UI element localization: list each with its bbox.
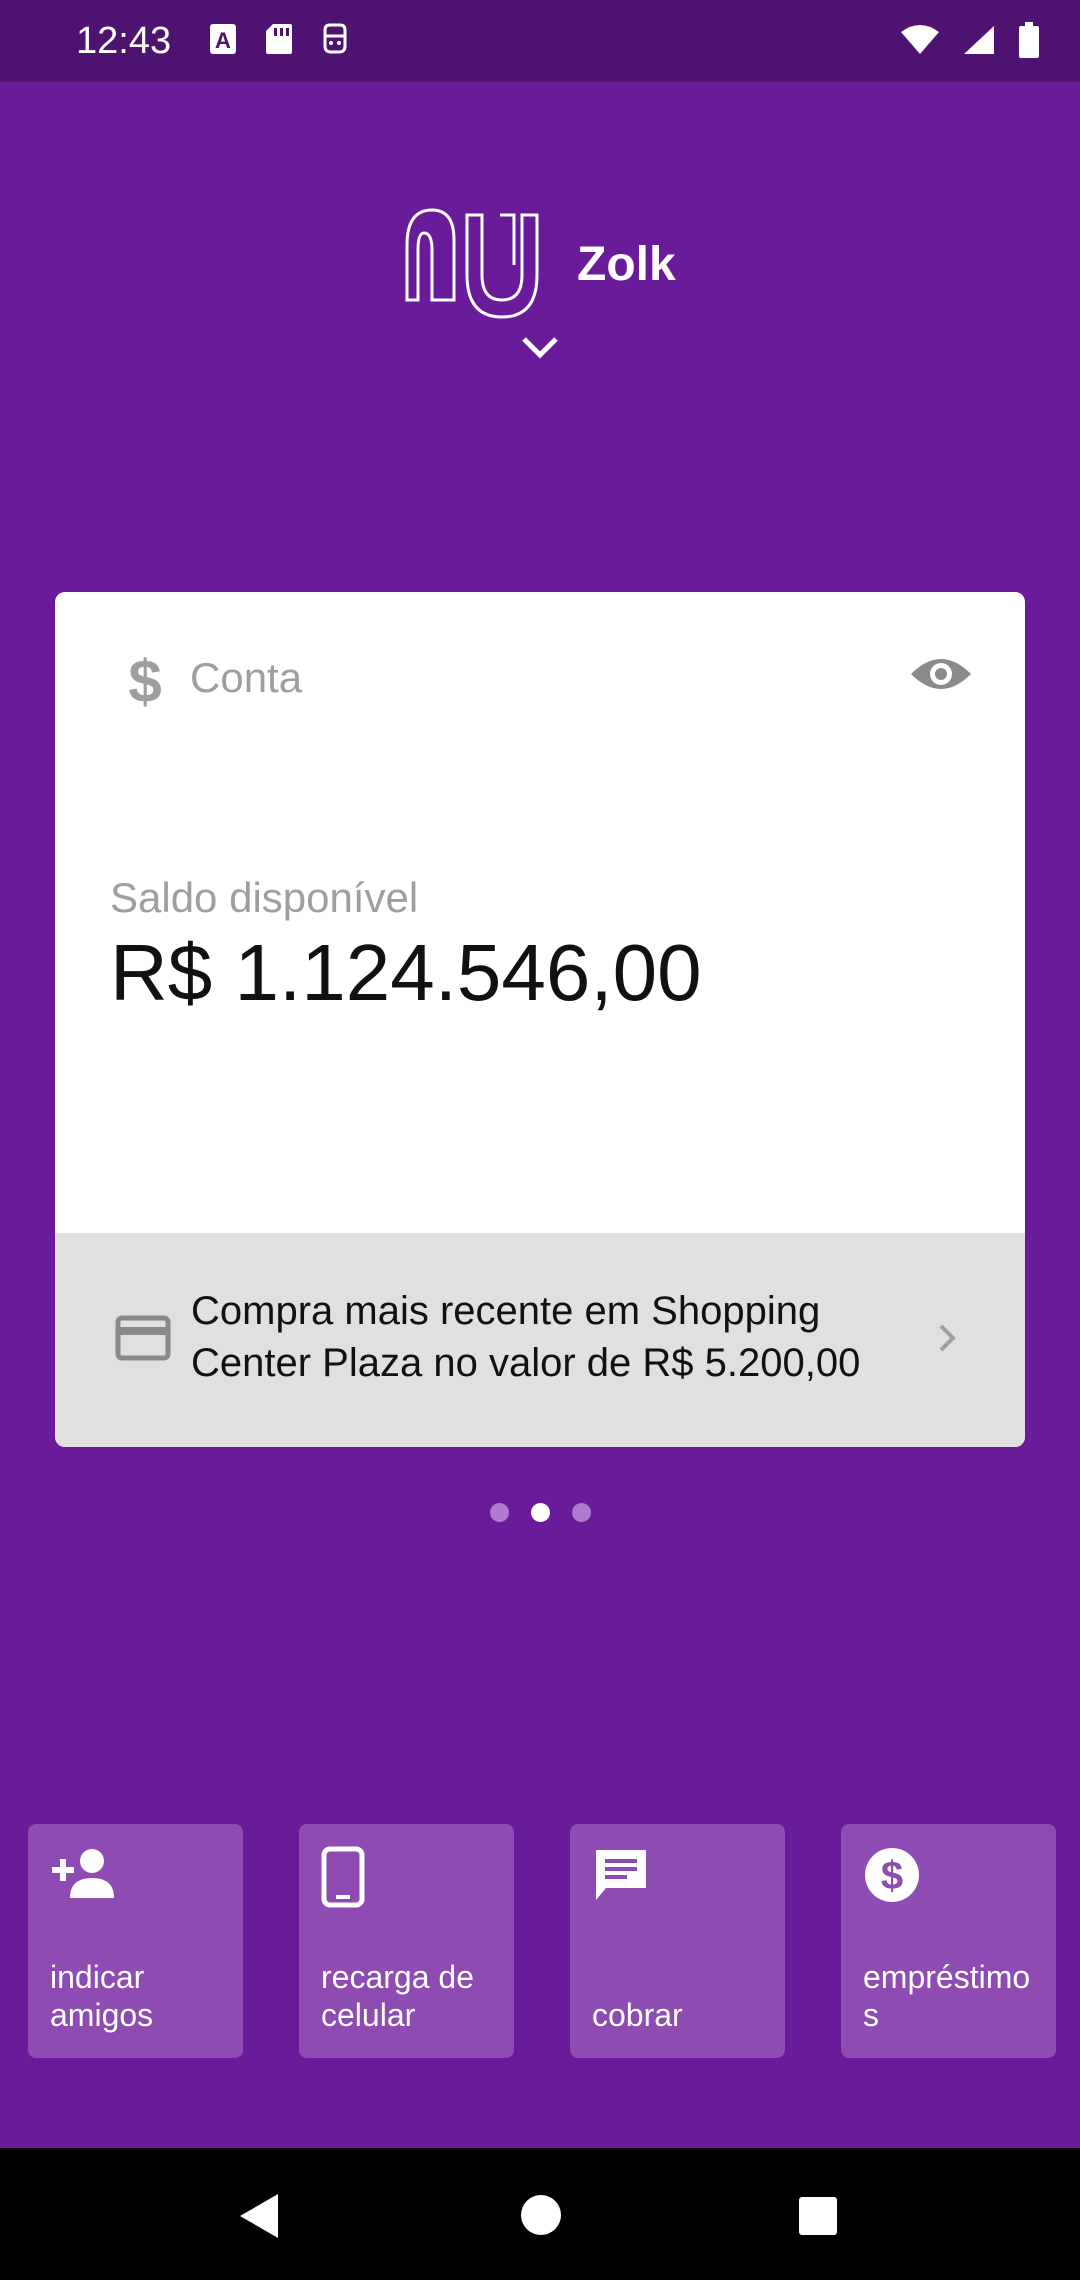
shortcut-recarga-de-celular[interactable]: recarga de celular bbox=[299, 1824, 514, 2058]
signal-icon bbox=[964, 26, 994, 54]
shortcut-label: empréstimos bbox=[863, 1959, 1031, 2033]
shortcut-emprestimos[interactable]: $ empréstimos bbox=[841, 1824, 1056, 2058]
shortcut-label: cobrar bbox=[592, 1997, 683, 2033]
recent-apps-icon[interactable] bbox=[798, 2196, 838, 2236]
shortcut-indicar-amigos[interactable]: indicar amigos bbox=[28, 1824, 243, 2058]
home-icon[interactable] bbox=[520, 2194, 562, 2236]
recent-purchase-row[interactable]: Compra mais recente em Shopping Center P… bbox=[55, 1233, 1025, 1447]
account-card[interactable]: $ Conta Saldo disponível R$ 1.124.546,00… bbox=[55, 592, 1025, 1447]
status-time: 12:43 bbox=[76, 20, 172, 62]
recent-purchase-text: Compra mais recente em Shopping Center P… bbox=[191, 1289, 861, 1385]
dollar-icon: $ bbox=[128, 650, 161, 710]
svg-text:$: $ bbox=[128, 650, 161, 710]
header: Zolk bbox=[0, 205, 1080, 325]
chevron-right-icon bbox=[939, 1324, 956, 1352]
status-bar: 12:43 A bbox=[0, 0, 1080, 82]
back-icon[interactable] bbox=[238, 2192, 280, 2240]
shortcut-label: indicar amigos bbox=[50, 1959, 154, 2033]
shortcut-cobrar[interactable]: cobrar bbox=[570, 1824, 785, 2058]
balance-label: Saldo disponível bbox=[110, 874, 419, 921]
chevron-down-icon[interactable] bbox=[520, 335, 560, 361]
phone-icon bbox=[321, 1846, 365, 1908]
pager-dots bbox=[0, 1503, 1080, 1522]
pager-dot[interactable] bbox=[489, 1503, 509, 1522]
pager-dot[interactable] bbox=[571, 1503, 591, 1522]
person-add-icon bbox=[52, 1849, 114, 1898]
account-card-body[interactable]: $ Conta Saldo disponível R$ 1.124.546,00 bbox=[55, 592, 1025, 1233]
chat-icon bbox=[596, 1850, 646, 1900]
card-title: Conta bbox=[190, 654, 303, 701]
assistant-icon bbox=[323, 23, 347, 54]
shortcut-label: recarga de celular bbox=[321, 1959, 474, 2033]
svg-text:A: A bbox=[215, 28, 231, 53]
font-icon: A bbox=[210, 24, 236, 54]
battery-icon bbox=[1019, 22, 1039, 58]
system-nav-bar bbox=[0, 2148, 1080, 2280]
credit-card-icon bbox=[115, 1315, 171, 1361]
pager-dot-active[interactable] bbox=[530, 1503, 550, 1522]
sd-card-icon bbox=[266, 24, 292, 54]
dollar-circle-icon: $ bbox=[865, 1848, 919, 1902]
profile-name[interactable]: Zolk bbox=[577, 237, 676, 292]
balance-value: R$ 1.124.546,00 bbox=[110, 928, 702, 1017]
nu-logo-icon[interactable] bbox=[402, 205, 552, 320]
svg-text:$: $ bbox=[881, 1854, 903, 1898]
eye-icon[interactable] bbox=[909, 652, 973, 696]
wifi-icon bbox=[901, 25, 939, 54]
